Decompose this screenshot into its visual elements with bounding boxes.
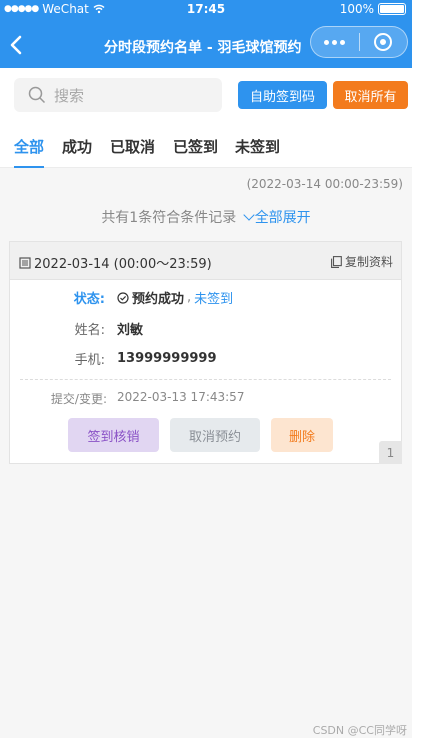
more-dots-icon[interactable] xyxy=(311,39,359,45)
copy-info-button[interactable]: 复制资料 xyxy=(331,253,393,270)
delete-button[interactable]: 删除 xyxy=(271,418,333,452)
battery-icon xyxy=(378,3,406,15)
search-placeholder: 搜索 xyxy=(54,86,85,105)
search-input[interactable]: 搜索 xyxy=(14,78,222,112)
cancel-all-button[interactable]: 取消所有 xyxy=(333,81,408,109)
copy-icon xyxy=(331,255,342,268)
status-value: 预约成功, 未签到 xyxy=(117,288,233,307)
search-icon xyxy=(28,86,46,104)
copy-info-label: 复制资料 xyxy=(344,255,393,269)
battery-percent: 100% xyxy=(339,2,374,16)
status-bar: ●●●●● WeChat 17:45 100% xyxy=(0,0,412,20)
phone-label: 手机: xyxy=(74,353,105,368)
tab-cancelled[interactable]: 已取消 xyxy=(110,136,155,157)
phone-row: 手机: 13999999999 xyxy=(10,349,217,368)
top-bar: ●●●●● WeChat 17:45 100% 分时段预约名单 - 羽毛球馆预约 xyxy=(0,0,412,68)
chevron-left-icon[interactable] xyxy=(6,32,28,58)
checkin-button[interactable]: 签到核销 xyxy=(68,418,159,452)
status-row: 状态: 预约成功, 未签到 xyxy=(10,288,233,307)
list-icon xyxy=(19,256,31,269)
tab-checked-in[interactable]: 已签到 xyxy=(173,136,218,157)
summary-text: 共有1条符合条件记录 xyxy=(101,210,237,226)
checkin-code-button[interactable]: 自助签到码 xyxy=(238,81,327,109)
filter-tabs: 全部 成功 已取消 已签到 未签到 xyxy=(0,120,412,168)
cancel-reservation-button[interactable]: 取消预约 xyxy=(170,418,260,452)
status-label: 状态: xyxy=(73,292,105,307)
name-row: 姓名: 刘敏 xyxy=(10,319,143,338)
name-label: 姓名: xyxy=(74,323,105,338)
record-index-badge: 1 xyxy=(379,441,402,464)
card-date-text: 2022-03-14 (00:00～23:59) xyxy=(34,257,212,272)
phone-value: 13999999999 xyxy=(117,351,217,366)
chevron-down-icon xyxy=(243,209,255,221)
tab-all[interactable]: 全部 xyxy=(14,136,45,168)
check-circle-icon xyxy=(117,291,129,304)
date-range: (2022-03-14 00:00-23:59) xyxy=(246,177,403,191)
card-header: 2022-03-14 (00:00～23:59) 复制资料 xyxy=(10,242,401,280)
app-screen: ●●●●● WeChat 17:45 100% 分时段预约名单 - 羽毛球馆预约… xyxy=(0,0,412,738)
submit-label: 提交/变更: xyxy=(50,392,107,406)
name-value: 刘敏 xyxy=(117,323,144,338)
watermark: CSDN @CC同学呀 xyxy=(312,724,407,737)
status-text: 预约成功 xyxy=(132,292,185,307)
battery-area: 100% xyxy=(340,2,406,16)
page-title: 分时段预约名单 - 羽毛球馆预约 xyxy=(104,40,302,56)
tab-not-checked-in[interactable]: 未签到 xyxy=(235,136,280,157)
submit-time: 2022-03-13 17:43:57 xyxy=(117,390,245,404)
nav-bar: 分时段预约名单 - 羽毛球馆预约 xyxy=(0,24,412,66)
expand-all-button[interactable]: 全部展开 xyxy=(241,209,311,226)
card-date: 2022-03-14 (00:00～23:59) xyxy=(19,253,212,272)
search-row: 搜索 自助签到码 取消所有 xyxy=(0,68,412,120)
reservation-card: 2022-03-14 (00:00～23:59) 复制资料 状态: 预约成功, … xyxy=(9,241,402,464)
expand-all-label: 全部展开 xyxy=(254,210,311,226)
record-summary: 共有1条符合条件记录 全部展开 xyxy=(0,207,412,227)
checkin-status: 未签到 xyxy=(194,292,234,307)
target-circle-icon[interactable] xyxy=(359,33,407,51)
mini-program-capsule xyxy=(310,26,408,58)
tab-success[interactable]: 成功 xyxy=(62,136,92,157)
status-separator: , xyxy=(187,290,192,305)
dashed-divider xyxy=(20,379,391,380)
submit-row: 提交/变更: 2022-03-13 17:43:57 xyxy=(10,390,403,407)
